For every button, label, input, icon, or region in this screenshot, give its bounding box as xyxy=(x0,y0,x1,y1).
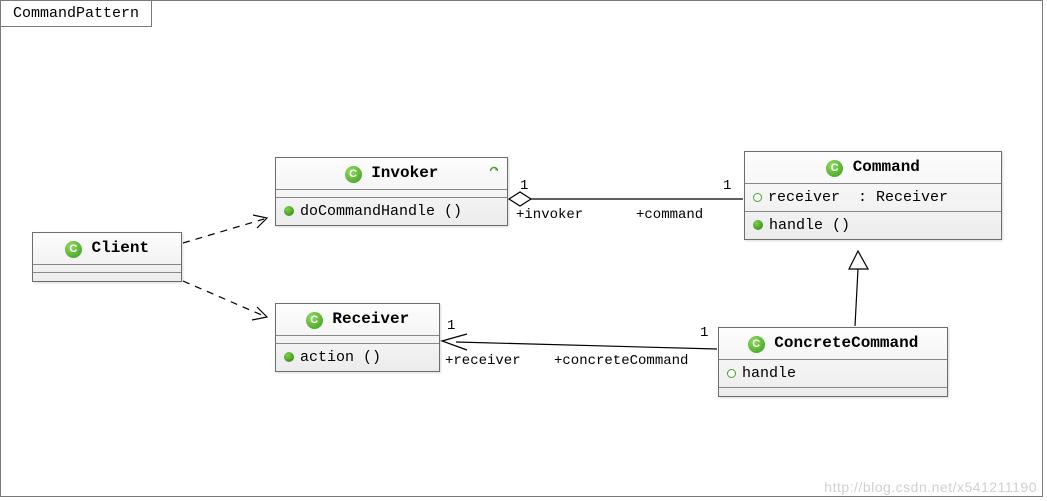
attribute-text: handle xyxy=(742,365,796,382)
class-header: C ConcreteCommand xyxy=(719,328,947,360)
class-icon: C xyxy=(826,160,843,177)
class-attrs: receiver : Receiver xyxy=(745,184,1001,212)
attribute-row: receiver : Receiver xyxy=(753,187,993,208)
class-ops: doCommandHandle () xyxy=(276,198,507,225)
class-icon: C xyxy=(306,312,323,329)
attribute-row: handle xyxy=(727,363,939,384)
class-name: Command xyxy=(853,158,920,176)
class-ops: handle () xyxy=(745,212,1001,239)
link-icon xyxy=(487,164,501,178)
class-header: C Receiver xyxy=(276,304,439,336)
attribute-text: receiver : Receiver xyxy=(768,189,948,206)
watermark: http://blog.csdn.net/x541211190 xyxy=(824,479,1037,495)
public-icon xyxy=(284,206,294,216)
class-icon: C xyxy=(748,336,765,353)
multiplicity-label: 1 xyxy=(520,178,528,194)
public-icon xyxy=(284,352,294,362)
class-concrete-command: C ConcreteCommand handle xyxy=(718,327,948,397)
operation-row: handle () xyxy=(753,215,993,236)
class-attrs-empty xyxy=(33,265,181,273)
public-icon xyxy=(753,220,763,230)
package-icon xyxy=(753,193,762,202)
class-attrs: handle xyxy=(719,360,947,388)
class-ops: action () xyxy=(276,344,439,371)
operation-row: action () xyxy=(284,347,431,368)
multiplicity-label: 1 xyxy=(723,178,731,194)
class-ops-empty xyxy=(33,273,181,281)
class-command: C Command receiver : Receiver handle () xyxy=(744,151,1002,240)
role-label: +concreteCommand xyxy=(554,353,688,369)
class-name: Client xyxy=(92,239,150,257)
multiplicity-label: 1 xyxy=(700,325,708,341)
class-client: C Client xyxy=(32,232,182,282)
class-receiver: C Receiver action () xyxy=(275,303,440,372)
frame-title: CommandPattern xyxy=(0,0,152,27)
class-name: ConcreteCommand xyxy=(774,334,918,352)
class-header: C Invoker xyxy=(276,158,507,190)
multiplicity-label: 1 xyxy=(447,318,455,334)
class-header: C Command xyxy=(745,152,1001,184)
role-label: +command xyxy=(636,207,703,223)
class-name: Receiver xyxy=(332,310,409,328)
role-label: +invoker xyxy=(516,207,583,223)
class-name: Invoker xyxy=(371,164,438,182)
class-invoker: C Invoker doCommandHandle () xyxy=(275,157,508,226)
operation-row: doCommandHandle () xyxy=(284,201,499,222)
class-attrs-empty xyxy=(276,336,439,344)
package-icon xyxy=(727,369,736,378)
class-attrs-empty xyxy=(276,190,507,198)
operation-text: doCommandHandle () xyxy=(300,203,462,220)
operation-text: handle () xyxy=(769,217,850,234)
role-label: +receiver xyxy=(445,353,521,369)
operation-text: action () xyxy=(300,349,381,366)
class-icon: C xyxy=(345,166,362,183)
class-header: C Client xyxy=(33,233,181,265)
class-ops-empty xyxy=(719,388,947,396)
class-icon: C xyxy=(65,241,82,258)
